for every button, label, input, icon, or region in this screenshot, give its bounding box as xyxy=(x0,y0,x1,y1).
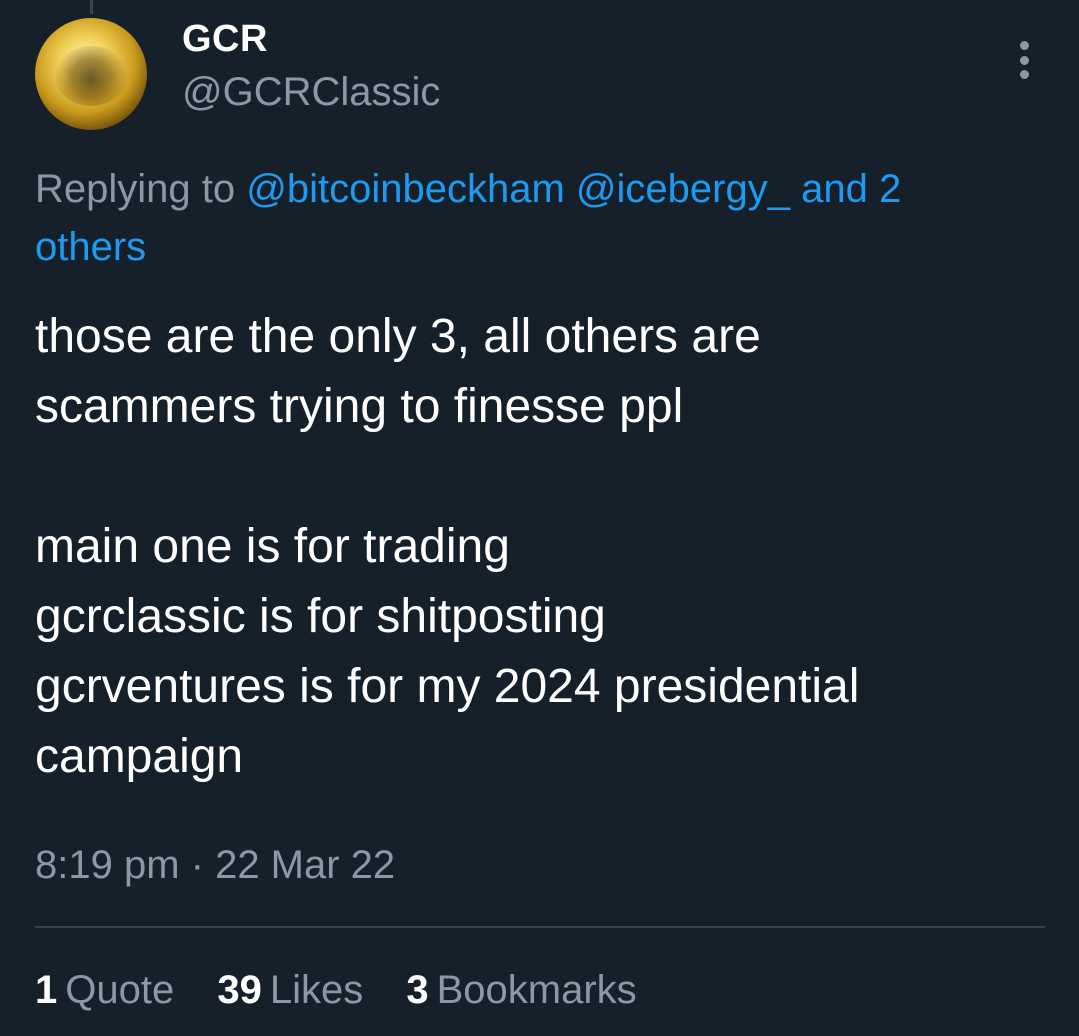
tweet-text-line: scammers trying to finesse ppl xyxy=(35,380,684,433)
replying-to-prefix: Replying to xyxy=(35,167,236,211)
mention-link-bitcoinbeckham[interactable]: @bitcoinbeckham xyxy=(246,167,565,211)
tweet-timestamp[interactable]: 8:19 pm · 22 Mar 22 xyxy=(35,843,395,888)
replying-to: Replying to @bitcoinbeckham @icebergy_ a… xyxy=(35,160,1045,276)
engagement-stats: 1 Quote 39 Likes 3 Bookmarks xyxy=(35,968,669,1013)
divider xyxy=(35,926,1045,928)
more-vertical-icon xyxy=(1019,41,1029,50)
quotes-label: Quote xyxy=(65,968,175,1012)
bookmarks-count: 3 xyxy=(406,968,429,1012)
likes-count: 39 xyxy=(217,968,262,1012)
avatar[interactable] xyxy=(35,18,147,130)
tweet-text-line: main one is for trading xyxy=(35,520,510,573)
tweet-detail: GCR @GCRClassic Replying to @bitcoinbeck… xyxy=(0,0,1079,1036)
tweet-text-line: campaign xyxy=(35,730,244,783)
bookmarks-stat[interactable]: 3 Bookmarks xyxy=(406,968,636,1012)
bookmarks-label: Bookmarks xyxy=(436,968,637,1012)
more-options-button[interactable] xyxy=(1006,38,1042,82)
gold-coin-avatar-icon xyxy=(55,46,127,106)
tweet-text-line: gcrclassic is for shitposting xyxy=(35,590,606,643)
quotes-count: 1 xyxy=(35,968,58,1012)
more-vertical-icon-dot xyxy=(1019,70,1029,79)
others-link-label: others xyxy=(35,225,147,269)
author-handle[interactable]: @GCRClassic xyxy=(182,70,440,115)
more-vertical-icon-dot xyxy=(1019,55,1029,65)
likes-stat[interactable]: 39 Likes xyxy=(217,968,363,1012)
tweet-text: those are the only 3, all others are sca… xyxy=(35,302,1055,792)
likes-label: Likes xyxy=(269,968,364,1012)
author-name[interactable]: GCR xyxy=(182,18,268,61)
mention-link-icebergy[interactable]: @icebergy_ xyxy=(576,167,790,211)
quotes-stat[interactable]: 1 Quote xyxy=(35,968,174,1012)
others-link-count: and 2 xyxy=(801,167,902,211)
tweet-text-line: those are the only 3, all others are xyxy=(35,310,761,363)
tweet-text-line: gcrventures is for my 2024 presidential xyxy=(35,660,860,713)
thread-connector-line xyxy=(90,0,93,14)
